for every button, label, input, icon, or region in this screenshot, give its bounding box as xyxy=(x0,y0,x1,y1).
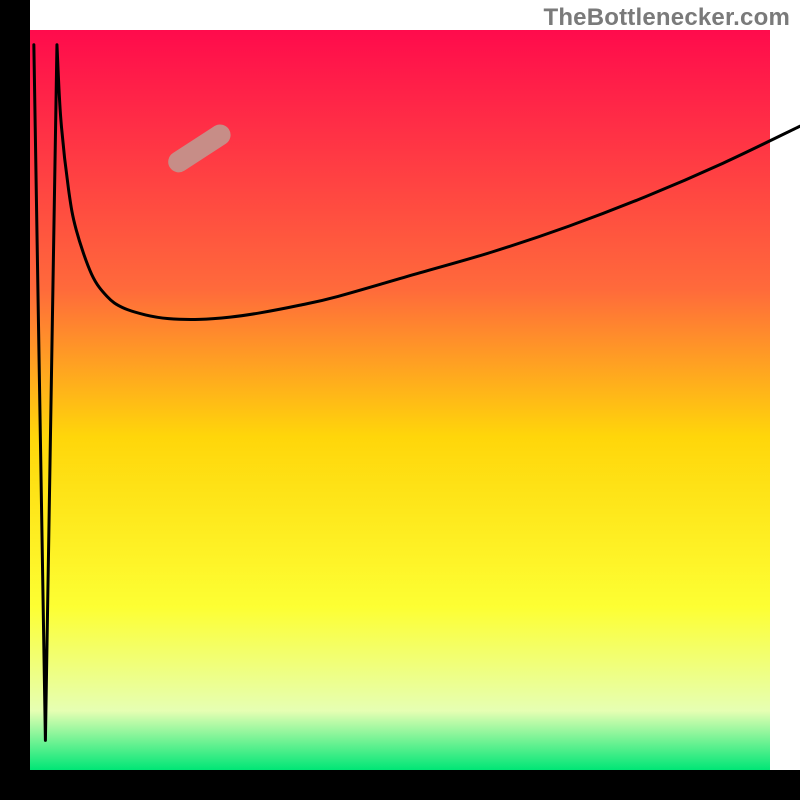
plot-background xyxy=(30,30,770,770)
frame-left xyxy=(0,0,30,800)
watermark-text: TheBottlenecker.com xyxy=(543,4,790,32)
chart-svg xyxy=(0,0,800,800)
chart-stage: TheBottlenecker.com xyxy=(0,0,800,800)
frame-bottom xyxy=(0,770,800,800)
